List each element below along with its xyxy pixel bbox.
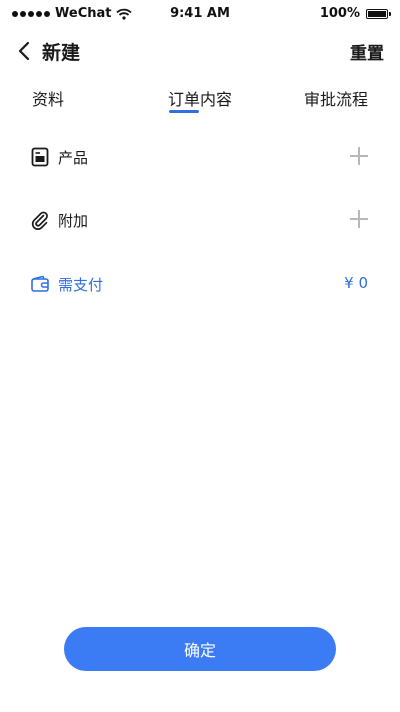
- status-right: 100%: [319, 6, 391, 21]
- battery-icon: [366, 8, 391, 19]
- document-icon: [31, 147, 49, 167]
- chevron-left-icon: [18, 41, 30, 61]
- products-row: 产品: [0, 137, 400, 177]
- add-product-button[interactable]: [348, 145, 370, 167]
- paperclip-icon: [31, 211, 48, 230]
- payment-label: 需支付: [58, 276, 104, 294]
- tab-bar: 资料 订单内容 审批流程: [0, 82, 400, 122]
- battery-percent: 100%: [319, 6, 360, 21]
- add-addon-button[interactable]: [348, 208, 370, 230]
- wallet-icon: [31, 275, 49, 292]
- status-bar: WeChat 9:41 AM 100%: [0, 0, 400, 28]
- reset-button[interactable]: 重置: [350, 39, 384, 64]
- addons-label: 附加: [58, 212, 89, 230]
- page-title: 新建: [42, 42, 81, 64]
- addons-row: 附加: [0, 200, 400, 240]
- tab-order-content[interactable]: 订单内容: [163, 86, 237, 110]
- tab-profile[interactable]: 资料: [32, 86, 64, 110]
- tab-approval-flow[interactable]: 审批流程: [304, 86, 368, 110]
- confirm-button[interactable]: 确定: [64, 627, 336, 671]
- payment-row: 需支付 ¥ 0: [0, 264, 400, 304]
- active-tab-indicator: [169, 110, 199, 113]
- payment-amount: ¥ 0: [344, 274, 368, 292]
- products-label: 产品: [58, 149, 89, 167]
- nav-bar: 新建 重置: [0, 28, 400, 74]
- back-button[interactable]: [10, 36, 38, 66]
